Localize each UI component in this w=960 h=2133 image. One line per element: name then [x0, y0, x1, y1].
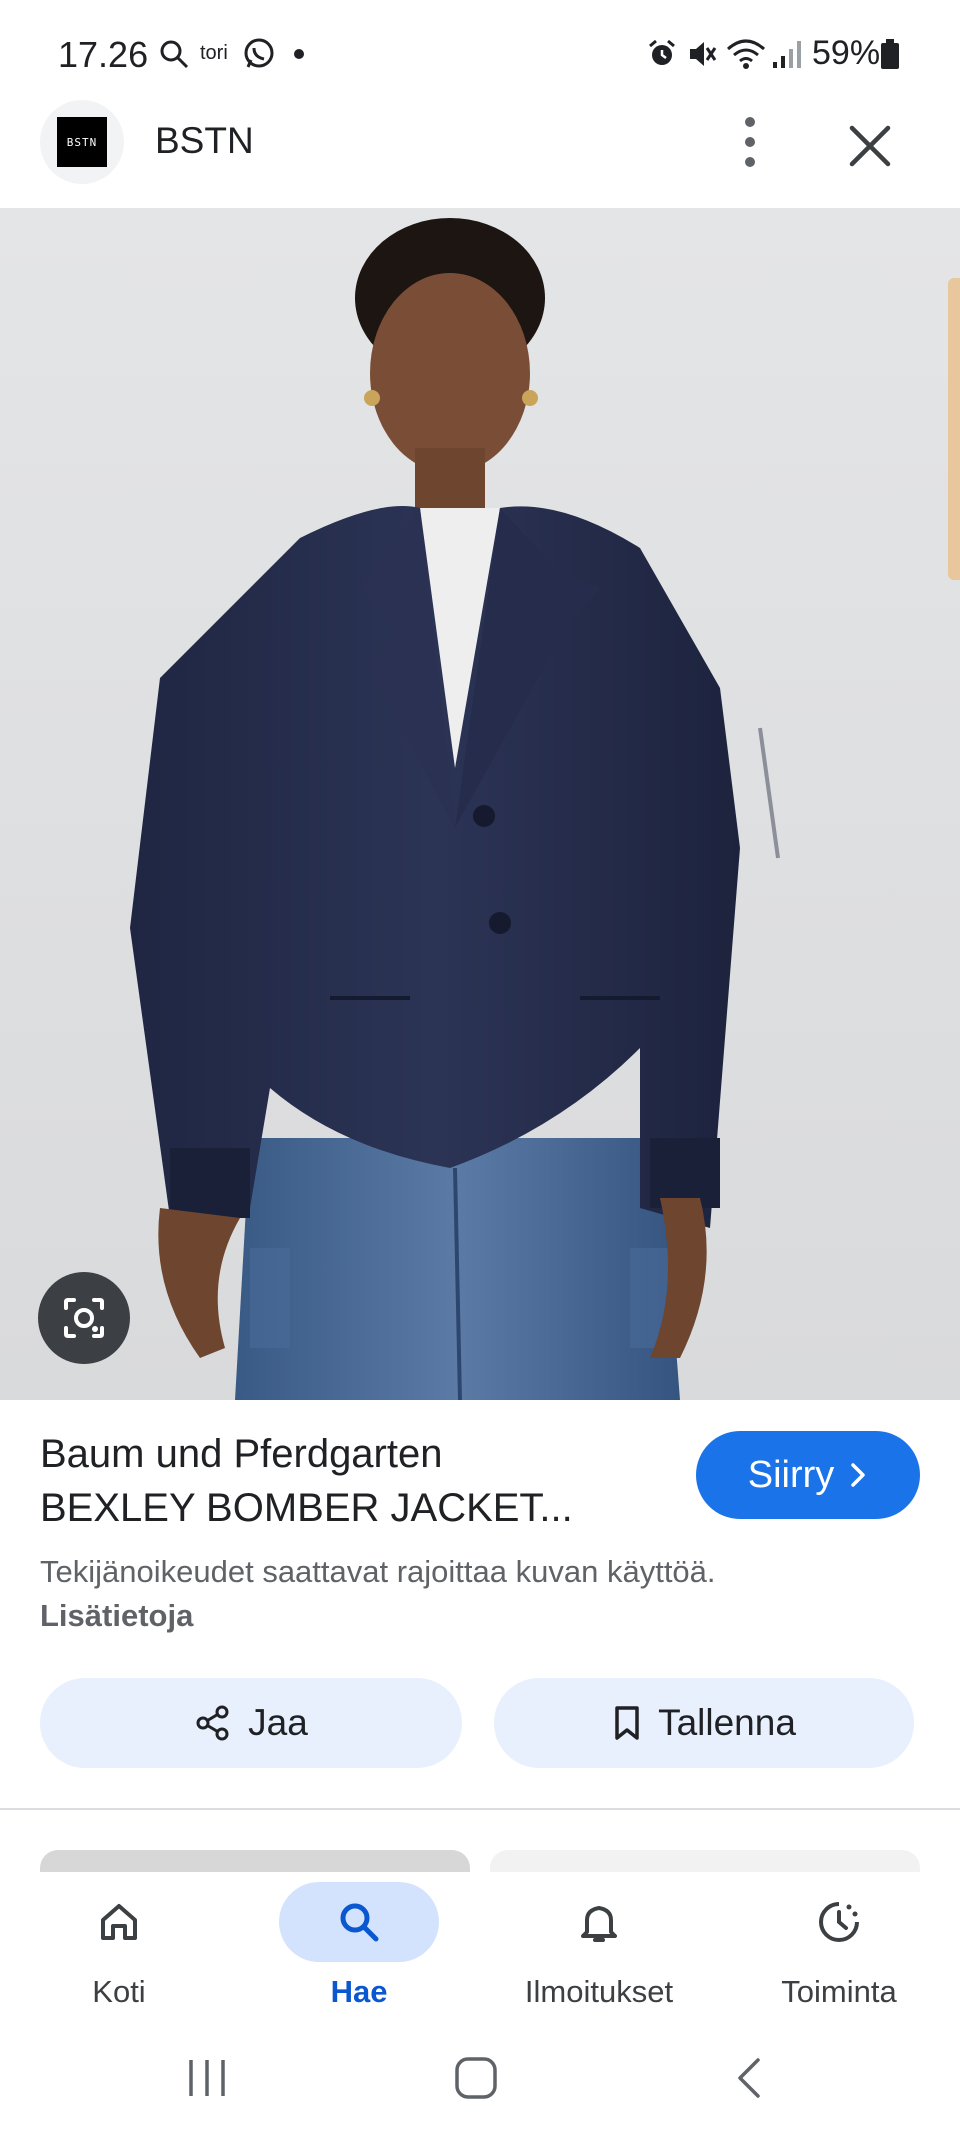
save-button[interactable]: Tallenna — [494, 1678, 914, 1768]
recent-apps-icon — [189, 2060, 225, 2096]
battery-percent: 59% — [812, 34, 881, 72]
visit-button[interactable]: Siirry — [696, 1431, 920, 1519]
site-name: BSTN — [155, 120, 254, 161]
tori-status-icon: tori — [200, 42, 228, 64]
more-vert-icon — [745, 117, 755, 167]
wifi-icon — [726, 36, 766, 72]
copyright-notice: Tekijänoikeudet saattavat rajoittaa kuva… — [40, 1550, 720, 1638]
search-icon — [340, 1903, 379, 1942]
image-scrollbar[interactable] — [948, 278, 960, 580]
share-icon — [196, 1705, 229, 1741]
site-logo-mark: BSTN — [57, 117, 107, 167]
visit-button-label: Siirry — [747, 1453, 835, 1496]
nav-item-home[interactable]: Koti — [19, 1882, 219, 2012]
recent-apps-button[interactable] — [185, 2056, 229, 2105]
close-icon — [849, 125, 891, 167]
nav-label-activity: Toiminta — [781, 1974, 897, 2009]
signal-icon — [772, 36, 802, 72]
nav-pill — [759, 1882, 919, 1962]
search-status-icon — [158, 36, 190, 72]
nav-pill — [39, 1882, 199, 1962]
share-button[interactable]: Jaa — [40, 1678, 462, 1768]
share-label: Jaa — [248, 1702, 308, 1743]
result-title-line2[interactable]: BEXLEY BOMBER JACKET... — [40, 1486, 640, 1531]
alarm-icon — [646, 36, 678, 72]
system-navigation-bar — [0, 2030, 960, 2133]
back-icon — [738, 2058, 760, 2098]
nav-item-activity[interactable]: Toiminta — [739, 1882, 939, 2012]
nav-item-search[interactable]: Hae — [259, 1882, 459, 2012]
whatsapp-icon — [242, 36, 276, 72]
activity-icon — [819, 1902, 859, 1942]
product-image[interactable] — [0, 208, 960, 1400]
more-options-button[interactable] — [730, 112, 770, 172]
copyright-text: Tekijänoikeudet saattavat rajoittaa kuva… — [40, 1554, 716, 1589]
bell-icon — [581, 1906, 617, 1942]
home-icon — [101, 1904, 137, 1940]
section-divider — [0, 1808, 960, 1810]
chevron-right-icon — [851, 1463, 866, 1487]
nav-item-notifications[interactable]: Ilmoitukset — [499, 1882, 699, 2012]
back-button[interactable] — [728, 2056, 772, 2105]
lens-icon — [64, 1298, 104, 1338]
jacket-photo — [0, 208, 960, 1400]
nav-label-home: Koti — [92, 1974, 146, 2009]
nav-pill — [519, 1882, 679, 1962]
site-logo: BSTN — [40, 100, 124, 184]
nav-pill-active — [279, 1882, 439, 1962]
mute-icon — [686, 36, 718, 72]
close-button[interactable] — [840, 116, 900, 176]
result-title-line1[interactable]: Baum und Pferdgarten — [40, 1432, 442, 1477]
more-info-link[interactable]: Lisätietoja — [40, 1598, 193, 1633]
nav-label-search: Hae — [330, 1974, 388, 2009]
bookmark-icon — [615, 1706, 639, 1740]
save-label: Tallenna — [658, 1702, 796, 1743]
home-square-icon — [455, 2057, 497, 2099]
battery-icon — [880, 36, 900, 72]
google-lens-button[interactable] — [38, 1272, 130, 1364]
notification-dot-icon — [294, 49, 304, 59]
home-system-button[interactable] — [454, 2056, 498, 2105]
status-bar: 17.26 tori 59% — [0, 0, 960, 100]
nav-label-notifications: Ilmoitukset — [524, 1974, 674, 2009]
status-time: 17.26 — [58, 34, 149, 75]
